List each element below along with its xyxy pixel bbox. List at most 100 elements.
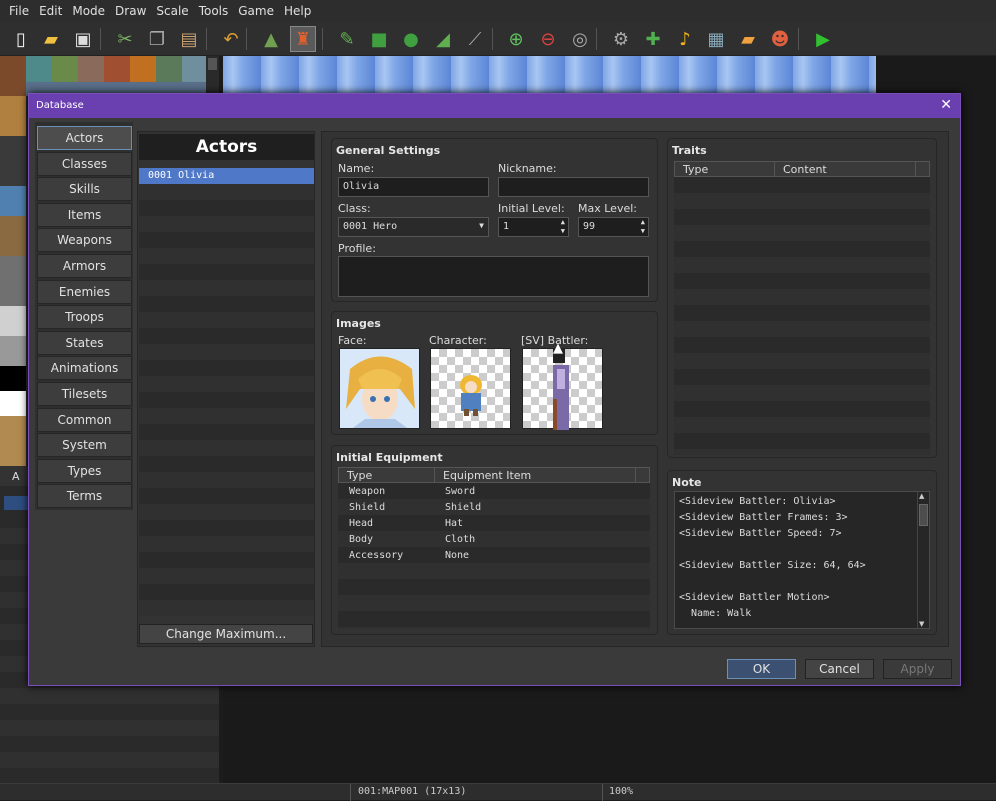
scroll-thumb[interactable] [919, 504, 928, 526]
copy-icon[interactable]: ❐ [144, 26, 170, 52]
equipment-item[interactable]: Sword [445, 486, 475, 497]
name-label: Name: [338, 162, 375, 175]
toolbar-separator [246, 28, 247, 50]
playtest-icon[interactable]: ▶ [810, 26, 836, 52]
undo-icon[interactable]: ↶ [218, 26, 244, 52]
category-weapons[interactable]: Weapons [37, 228, 132, 253]
open-folder-icon[interactable]: ▰ [38, 26, 64, 52]
actor-list[interactable]: 0001 Olivia [139, 168, 314, 616]
nickname-field[interactable] [498, 177, 649, 197]
equipment-type[interactable]: Shield [349, 502, 385, 513]
ellipse-icon[interactable]: ● [398, 26, 424, 52]
category-actors[interactable]: Actors [37, 126, 132, 150]
map-water-tiles[interactable] [223, 56, 876, 96]
database-icon[interactable]: ⚙ [608, 26, 634, 52]
dialog-titlebar[interactable]: Database [29, 94, 960, 118]
images-title: Images [336, 317, 381, 330]
max-level-stepper[interactable]: 99 ▲ ▼ [578, 217, 649, 237]
battler-image[interactable] [522, 348, 603, 430]
equipment-type[interactable]: Weapon [349, 486, 385, 497]
category-troops[interactable]: Troops [37, 305, 132, 330]
category-system[interactable]: System [37, 433, 132, 458]
profile-field[interactable] [338, 256, 649, 297]
equipment-type[interactable]: Head [349, 518, 373, 529]
scroll-up-icon[interactable]: ▲ [919, 492, 924, 500]
zoom-actual-icon[interactable]: ◎ [567, 26, 593, 52]
ok-button[interactable]: OK [727, 659, 796, 679]
toolbar-separator [492, 28, 493, 50]
menu-edit[interactable]: Edit [34, 4, 67, 18]
zoom-in-icon[interactable]: ⊕ [503, 26, 529, 52]
traits-table[interactable] [674, 177, 930, 455]
cut-icon[interactable]: ✂ [112, 26, 138, 52]
note-line: <Sideview Battler Motion> [679, 592, 830, 603]
stepper-arrows-icon[interactable]: ▲ ▼ [641, 218, 645, 236]
toolbar-separator [322, 28, 323, 50]
equipment-item[interactable]: None [445, 550, 469, 561]
tile-tab-a[interactable]: A [12, 470, 20, 483]
character-image[interactable] [430, 348, 511, 429]
status-divider [602, 784, 603, 801]
fill-icon[interactable]: ◢ [430, 26, 456, 52]
traits-col-content[interactable]: Content [774, 161, 916, 177]
sound-test-icon[interactable]: ♪ [672, 26, 698, 52]
category-items[interactable]: Items [37, 202, 132, 227]
menu-draw[interactable]: Draw [110, 4, 151, 18]
category-common-events[interactable]: Common Events [37, 407, 132, 449]
resource-manager-icon[interactable]: ▰ [735, 26, 761, 52]
equipment-col-item[interactable]: Equipment Item [434, 467, 636, 483]
pencil-icon[interactable]: ✎ [334, 26, 360, 52]
menu-bar: File Edit Mode Draw Scale Tools Game Help [0, 0, 996, 22]
equipment-item[interactable]: Hat [445, 518, 463, 529]
scroll-down-icon[interactable]: ▼ [919, 620, 924, 628]
toolbar: ▯ ▰ ▣ ✂ ❐ ▤ ↶ ▲ ♜ ✎ ■ ● ◢ ⟋ ⊕ ⊖ ◎ ⚙ ✚ ♪ ▦ ▰ ☻ ▶ [0, 22, 996, 56]
equipment-item[interactable]: Shield [445, 502, 481, 513]
equipment-item[interactable]: Cloth [445, 534, 475, 545]
event-searcher-icon[interactable]: ▦ [703, 26, 729, 52]
equipment-type[interactable]: Accessory [349, 550, 403, 561]
initial-level-stepper[interactable]: 1 ▲ ▼ [498, 217, 569, 237]
category-tilesets[interactable]: Tilesets [37, 382, 132, 406]
traits-col-type[interactable]: Type [674, 161, 775, 177]
apply-button[interactable]: Apply [883, 659, 952, 679]
toolbar-separator [206, 28, 207, 50]
category-armors[interactable]: Armors [37, 254, 132, 278]
note-scrollbar[interactable]: ▲ ▼ [917, 492, 929, 628]
list-title: Actors [139, 134, 314, 160]
plugin-manager-icon[interactable]: ✚ [640, 26, 666, 52]
face-image[interactable] [339, 348, 420, 429]
map-mode-icon[interactable]: ▲ [258, 26, 284, 52]
zoom-out-icon[interactable]: ⊖ [535, 26, 561, 52]
category-skills[interactable]: Skills [37, 177, 132, 202]
category-terms[interactable]: Terms [37, 484, 132, 509]
new-file-icon[interactable]: ▯ [8, 26, 34, 52]
category-states[interactable]: States [37, 330, 132, 355]
stepper-arrows-icon[interactable]: ▲ ▼ [561, 218, 565, 236]
shadow-pen-icon[interactable]: ⟋ [462, 26, 488, 52]
equipment-col-type[interactable]: Type [338, 467, 435, 483]
save-icon[interactable]: ▣ [70, 26, 96, 52]
category-classes[interactable]: Classes [37, 151, 132, 176]
equipment-type[interactable]: Body [349, 534, 373, 545]
menu-file[interactable]: File [4, 4, 34, 18]
close-icon[interactable]: ✕ [940, 97, 952, 113]
category-types[interactable]: Types [37, 458, 132, 483]
menu-scale[interactable]: Scale [151, 4, 193, 18]
menu-game[interactable]: Game [233, 4, 279, 18]
equipment-col-spacer [635, 467, 650, 483]
character-generator-icon[interactable]: ☻ [767, 26, 793, 52]
menu-help[interactable]: Help [279, 4, 316, 18]
menu-mode[interactable]: Mode [67, 4, 110, 18]
class-select[interactable]: 0001 Hero ▼ [338, 217, 489, 237]
paste-icon[interactable]: ▤ [176, 26, 202, 52]
cancel-button[interactable]: Cancel [805, 659, 874, 679]
menu-tools[interactable]: Tools [194, 4, 234, 18]
note-textarea[interactable]: <Sideview Battler: Olivia> <Sideview Batt… [674, 491, 930, 629]
category-enemies[interactable]: Enemies [37, 279, 132, 304]
rectangle-icon[interactable]: ■ [366, 26, 392, 52]
change-maximum-button[interactable]: Change Maximum... [139, 624, 313, 644]
category-animations[interactable]: Animations [37, 356, 132, 381]
event-mode-icon[interactable]: ♜ [290, 26, 316, 52]
list-item[interactable]: 0001 Olivia [148, 170, 214, 181]
name-field[interactable]: Olivia [338, 177, 489, 197]
